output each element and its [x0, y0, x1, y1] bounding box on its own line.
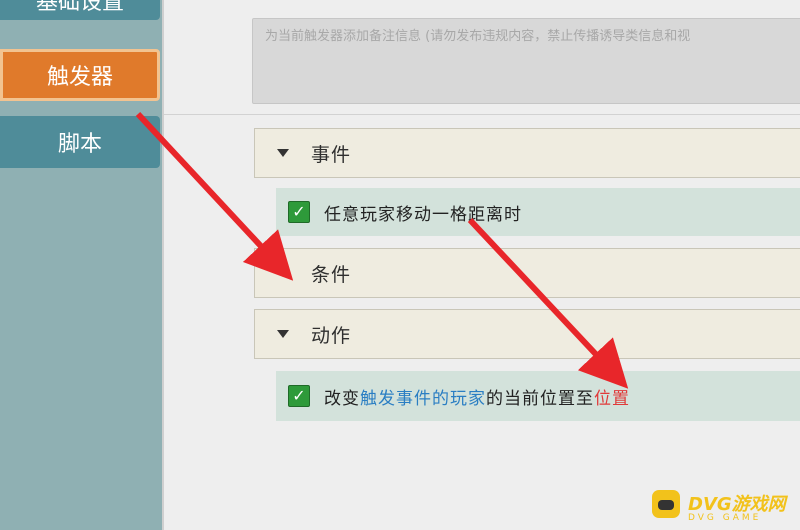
section-action-header[interactable]: 动作	[254, 309, 800, 359]
sidebar-item-label: 脚本	[57, 132, 102, 157]
sidebar-item-script[interactable]: 脚本	[0, 116, 160, 168]
note-input[interactable]: 为当前触发器添加备注信息 (请勿发布违规内容，禁止传播诱导类信息和视	[252, 18, 800, 104]
action-item[interactable]: ✓ 改变触发事件的玩家的当前位置至位置	[276, 371, 800, 421]
note-placeholder: 为当前触发器添加备注信息 (请勿发布违规内容，禁止传播诱导类信息和视	[265, 29, 691, 44]
sidebar: 基础设置 触发器 脚本	[0, 0, 162, 530]
action-text-part2: 的当前位置至	[486, 388, 594, 409]
event-item-text: 任意玩家移动一格距离时	[324, 204, 522, 225]
collapse-triangle-icon	[277, 330, 289, 338]
sidebar-item-label: 触发器	[46, 65, 113, 90]
divider	[164, 114, 800, 115]
section-event-label: 事件	[311, 143, 352, 166]
checkbox-checked-icon[interactable]: ✓	[288, 385, 310, 407]
collapse-triangle-icon	[277, 269, 289, 277]
action-param-triggering-player[interactable]: 触发事件的玩家	[360, 389, 486, 409]
section-condition-label: 条件	[311, 263, 352, 286]
action-item-text: 改变触发事件的玩家的当前位置至位置	[324, 384, 630, 409]
action-text-part1: 改变	[324, 388, 360, 409]
sidebar-item-basic-settings[interactable]: 基础设置	[0, 0, 160, 20]
section-condition-header[interactable]: 条件	[254, 248, 800, 298]
event-item[interactable]: ✓ 任意玩家移动一格距离时	[276, 188, 800, 236]
sidebar-item-trigger[interactable]: 触发器	[0, 49, 160, 101]
collapse-triangle-icon	[277, 149, 289, 157]
section-action-label: 动作	[311, 324, 352, 347]
watermark-subtitle: DVG GAME	[688, 513, 762, 523]
trigger-editor-panel: 为当前触发器添加备注信息 (请勿发布违规内容，禁止传播诱导类信息和视 事件 ✓ …	[162, 0, 800, 530]
section-event-header[interactable]: 事件	[254, 128, 800, 178]
action-param-position[interactable]: 位置	[594, 389, 630, 409]
checkbox-checked-icon[interactable]: ✓	[288, 201, 310, 223]
sidebar-item-label: 基础设置	[35, 0, 124, 15]
watermark-logo: DVG游戏网 DVG GAME	[650, 486, 800, 530]
gamepad-icon	[652, 490, 680, 518]
